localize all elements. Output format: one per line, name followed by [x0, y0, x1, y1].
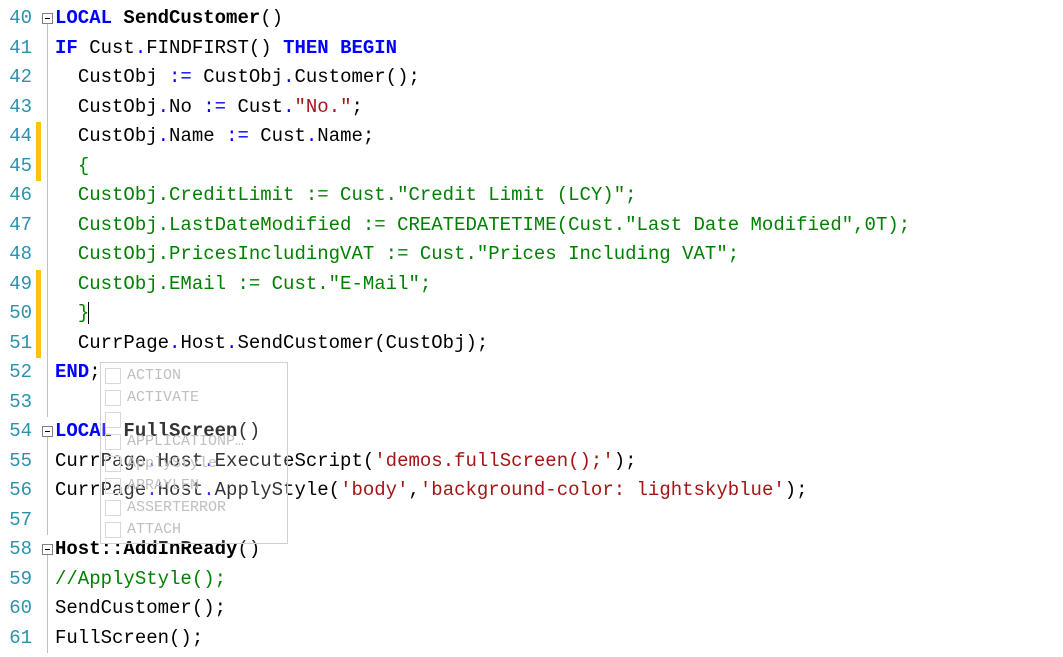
- code-line[interactable]: CurrPage.Host.ApplyStyle('body','backgro…: [55, 476, 1063, 506]
- line-number: 44: [0, 122, 32, 152]
- code-line[interactable]: [55, 506, 1063, 536]
- code-line[interactable]: CustObj.Name := Cust.Name;: [55, 122, 1063, 152]
- code-line[interactable]: [55, 388, 1063, 418]
- fold-column[interactable]: [41, 4, 55, 653]
- line-number: 43: [0, 93, 32, 123]
- code-line[interactable]: {: [55, 152, 1063, 182]
- code-line[interactable]: LOCAL SendCustomer(): [55, 4, 1063, 34]
- line-number: 54: [0, 417, 32, 447]
- code-line[interactable]: IF Cust.FINDFIRST() THEN BEGIN: [55, 34, 1063, 64]
- line-number: 47: [0, 211, 32, 241]
- code-line[interactable]: FullScreen();: [55, 624, 1063, 654]
- code-line[interactable]: END;: [55, 358, 1063, 388]
- code-line[interactable]: CustObj.No := Cust."No.";: [55, 93, 1063, 123]
- code-line[interactable]: Host::AddInReady(): [55, 535, 1063, 565]
- code-editor[interactable]: 4041424344454647484950515253545556575859…: [0, 0, 1063, 653]
- code-line[interactable]: CurrPage.Host.SendCustomer(CustObj);: [55, 329, 1063, 359]
- code-line[interactable]: CustObj.PricesIncludingVAT := Cust."Pric…: [55, 240, 1063, 270]
- code-line[interactable]: //ApplyStyle();: [55, 565, 1063, 595]
- line-number: 46: [0, 181, 32, 211]
- code-line[interactable]: LOCAL FullScreen(): [55, 417, 1063, 447]
- line-number: 40: [0, 4, 32, 34]
- line-number: 52: [0, 358, 32, 388]
- line-number: 59: [0, 565, 32, 595]
- line-number: 55: [0, 447, 32, 477]
- line-number: 57: [0, 506, 32, 536]
- line-number: 42: [0, 63, 32, 93]
- code-line[interactable]: SendCustomer();: [55, 594, 1063, 624]
- fold-toggle-icon[interactable]: [42, 13, 53, 24]
- line-number: 53: [0, 388, 32, 418]
- code-line[interactable]: CustObj.LastDateModified := CREATEDATETI…: [55, 211, 1063, 241]
- code-area[interactable]: LOCAL SendCustomer()IF Cust.FINDFIRST() …: [55, 4, 1063, 653]
- line-number: 56: [0, 476, 32, 506]
- line-number: 48: [0, 240, 32, 270]
- line-number: 60: [0, 594, 32, 624]
- code-line[interactable]: CustObj.EMail := Cust."E-Mail";: [55, 270, 1063, 300]
- code-line[interactable]: }: [55, 299, 1063, 329]
- line-number: 50: [0, 299, 32, 329]
- fold-toggle-icon[interactable]: [42, 544, 53, 555]
- text-caret: [88, 302, 89, 324]
- code-line[interactable]: CustObj := CustObj.Customer();: [55, 63, 1063, 93]
- line-number: 58: [0, 535, 32, 565]
- code-line[interactable]: CurrPage.Host.ExecuteScript('demos.fullS…: [55, 447, 1063, 477]
- fold-guide-line: [47, 437, 48, 535]
- line-number: 45: [0, 152, 32, 182]
- line-number-gutter: 4041424344454647484950515253545556575859…: [0, 4, 36, 653]
- fold-guide-line: [47, 555, 48, 653]
- line-number: 61: [0, 624, 32, 654]
- code-line[interactable]: CustObj.CreditLimit := Cust."Credit Limi…: [55, 181, 1063, 211]
- fold-guide-line: [47, 24, 48, 417]
- line-number: 51: [0, 329, 32, 359]
- line-number: 41: [0, 34, 32, 64]
- line-number: 49: [0, 270, 32, 300]
- fold-toggle-icon[interactable]: [42, 426, 53, 437]
